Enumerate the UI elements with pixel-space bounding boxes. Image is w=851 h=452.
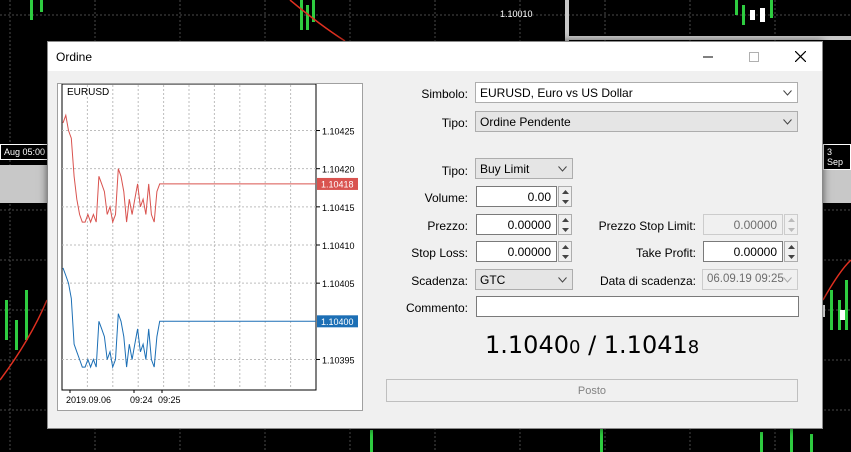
prezzo-label: Prezzo: [427,219,468,233]
tipo-ordine-value: Buy Limit [480,162,530,176]
chart-symbol-label: EURUSD [67,87,109,98]
scadenza-select[interactable]: GTC [475,269,573,290]
data-scadenza-picker[interactable]: 06.09.19 09:25 [702,269,798,290]
minimize-icon [703,56,713,57]
spin-down-icon [787,227,795,232]
close-icon [794,51,806,62]
ask-price-pip: 8 [687,337,700,358]
simbolo-label: Simbolo: [421,87,468,101]
chevron-down-icon [558,166,567,172]
prezzo-input[interactable]: 0.00000 [476,214,557,235]
maximize-icon [749,51,759,62]
bid-ask-quote: 1.10400 / 1.10418 [485,331,699,359]
chevron-down-icon [783,90,792,96]
spin-down-icon [561,254,569,259]
spin-up-icon [561,244,569,249]
stop-loss-input[interactable]: 0.00000 [476,241,557,262]
volume-input[interactable]: 0.00 [476,186,557,207]
spin-up-icon [561,217,569,222]
take-profit-input[interactable]: 0.00000 [703,241,783,262]
chevron-down-icon [783,277,792,283]
tick-chart: 1.10425 1.10420 1.10415 1.10410 1.10405 1.103… [57,83,363,411]
spin-down-icon [787,254,795,259]
bid-price-tag: 1.10400 [321,317,354,327]
prezzo-stop-limit-stepper[interactable] [784,214,798,235]
commento-input[interactable] [476,296,799,317]
posto-button[interactable]: Posto [386,379,798,402]
prezzo-stop-limit-label: Prezzo Stop Limit: [598,219,696,233]
spin-up-icon [787,217,795,222]
spin-up-icon [787,244,795,249]
order-dialog: Ordine 1.10425 1.10420 1.10415 1.10410 1.104… [47,41,823,429]
take-profit-label: Take Profit: [635,246,696,260]
chart-x-tick-label: 2019.09.06 [66,395,111,405]
volume-stepper[interactable] [558,186,572,207]
tipo-label: Tipo: [441,116,468,130]
tipo-ordine-label: Tipo: [441,164,468,178]
ask-price-main: 1.1041 [603,331,688,359]
tipo-ordine-select[interactable]: Buy Limit [475,158,573,179]
background-date-right: 3 Sep [823,144,851,170]
background-price-label: 1.10010 [500,9,533,19]
volume-label: Volume: [424,191,468,205]
tipo-select[interactable]: Ordine Pendente [475,111,798,132]
take-profit-stepper[interactable] [784,241,798,262]
chart-y-tick-label: 1.10425 [322,127,355,137]
stop-loss-stepper[interactable] [558,241,572,262]
simbolo-value: EURUSD, Euro vs US Dollar [480,86,633,100]
chart-y-tick-label: 1.10410 [322,241,355,251]
tick-chart-svg: 1.10425 1.10420 1.10415 1.10410 1.10405 1.103… [61,84,358,405]
title-bar[interactable]: Ordine [48,42,822,71]
chart-x-tick-label: 09:25 [158,395,181,405]
dialog-title: Ordine [56,50,93,64]
scadenza-label: Scadenza: [411,274,468,288]
simbolo-select[interactable]: EURUSD, Euro vs US Dollar [475,82,798,103]
chart-y-tick-label: 1.10405 [322,279,355,289]
commento-label: Commento: [405,301,468,315]
ask-price-tag: 1.10418 [321,179,354,189]
chart-y-tick-label: 1.10395 [322,355,355,365]
chart-x-tick-label: 09:24 [130,395,153,405]
prezzo-stepper[interactable] [558,214,572,235]
bid-price-main: 1.1040 [485,331,569,359]
background-date-left: Aug 05:00 [0,144,50,160]
prezzo-stop-limit-input[interactable]: 0.00000 [703,214,783,235]
chart-y-tick-label: 1.10420 [322,165,355,175]
bid-price-pip: 0 [568,337,581,358]
spin-up-icon [561,189,569,194]
spin-down-icon [561,199,569,204]
tipo-value: Ordine Pendente [480,115,571,129]
spin-down-icon [561,227,569,232]
scadenza-value: GTC [480,273,506,287]
chevron-down-icon [783,119,792,125]
chevron-down-icon [558,277,567,283]
data-scadenza-value: 06.09.19 09:25 [707,273,784,285]
close-button[interactable] [777,42,823,71]
quote-separator: / [580,331,604,359]
stop-loss-label: Stop Loss: [411,246,468,260]
chart-y-tick-label: 1.10415 [322,203,355,213]
data-scadenza-label: Data di scadenza: [599,274,696,288]
maximize-button[interactable] [731,42,777,71]
minimize-button[interactable] [685,42,731,71]
